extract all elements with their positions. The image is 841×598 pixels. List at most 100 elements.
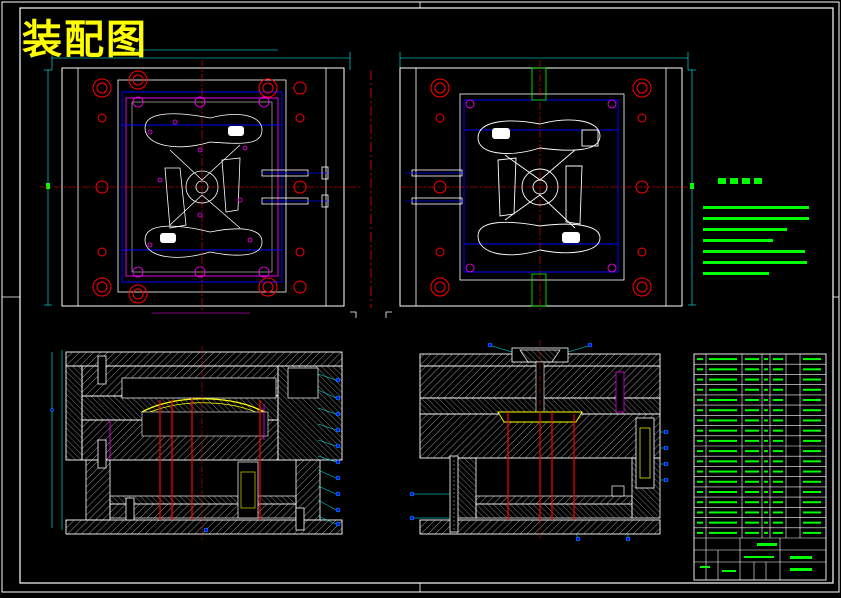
parts-cell-mark	[803, 409, 821, 412]
parts-cell-mark	[697, 511, 703, 514]
parts-cell-mark	[697, 378, 703, 381]
parts-cell-mark	[745, 358, 759, 361]
plan-view-moving-half	[40, 49, 360, 314]
parts-cell-mark	[764, 480, 768, 483]
technical-requirements-title	[718, 176, 762, 189]
parts-cell-mark	[697, 388, 703, 391]
parts-cell-mark	[764, 358, 768, 361]
parts-cell-mark	[697, 531, 703, 534]
parts-cell-mark	[697, 470, 703, 473]
parts-cell-mark	[803, 419, 821, 422]
parts-cell-mark	[745, 378, 759, 381]
parts-cell-mark	[745, 531, 759, 534]
parts-cell-mark	[764, 501, 768, 504]
parts-cell-mark	[697, 480, 703, 483]
parts-cell-mark	[745, 388, 759, 391]
parts-cell-mark	[764, 368, 768, 371]
parts-cell-mark	[764, 521, 768, 524]
parts-cell-mark	[697, 439, 703, 442]
parts-cell-mark	[803, 378, 821, 381]
parts-cell-mark	[709, 521, 737, 524]
parts-cell-mark	[773, 399, 783, 401]
parts-cell-mark	[803, 501, 821, 504]
parts-cell-mark	[697, 368, 703, 371]
parts-cell-mark	[803, 470, 821, 473]
parts-cell-mark	[709, 429, 737, 432]
parts-cell-mark	[773, 358, 783, 361]
parts-cell-mark	[764, 511, 768, 514]
parts-cell-mark	[697, 491, 703, 493]
parts-cell-mark	[803, 450, 821, 453]
parts-cell-mark	[697, 429, 703, 432]
parts-cell-mark	[764, 491, 768, 493]
parts-cell-mark	[764, 388, 768, 391]
plan-view-fixed-half	[399, 52, 696, 312]
parts-cell-mark	[773, 480, 783, 483]
parts-cell-mark	[709, 470, 737, 473]
parts-cell-mark	[773, 429, 783, 432]
parts-cell-mark	[803, 358, 821, 361]
parts-cell-mark	[803, 460, 821, 463]
parts-cell-mark	[697, 399, 703, 401]
parts-cell-mark	[773, 450, 783, 453]
parts-cell-mark	[697, 501, 703, 504]
parts-cell-mark	[764, 419, 768, 422]
parts-cell-mark	[745, 409, 759, 412]
parts-cell-mark	[709, 368, 737, 371]
parts-cell-mark	[745, 439, 759, 442]
parts-cell-mark	[764, 450, 768, 453]
parts-cell-mark	[709, 378, 737, 381]
parts-cell-mark	[803, 388, 821, 391]
parts-cell-mark	[764, 439, 768, 442]
parts-cell-mark	[803, 429, 821, 432]
parts-cell-mark	[697, 358, 703, 361]
parts-list-table	[693, 353, 827, 581]
parts-cell-mark	[803, 368, 821, 371]
parts-cell-mark	[745, 480, 759, 483]
parts-cell-mark	[773, 378, 783, 381]
parts-cell-mark	[745, 450, 759, 453]
parts-cell-mark	[803, 491, 821, 493]
parts-cell-mark	[745, 521, 759, 524]
section-view-a	[50, 346, 343, 540]
parts-cell-mark	[709, 409, 737, 412]
parts-cell-mark	[697, 419, 703, 422]
tech-text-marks	[703, 206, 809, 275]
parts-cell-mark	[764, 378, 768, 381]
parts-cell-mark	[697, 409, 703, 412]
parts-cell-mark	[745, 419, 759, 422]
parts-cell-mark	[709, 511, 737, 514]
parts-cell-mark	[773, 409, 783, 412]
parts-cell-mark	[764, 460, 768, 463]
parts-cell-mark	[709, 460, 737, 463]
parts-cell-mark	[773, 460, 783, 463]
cad-canvas	[1, 1, 840, 593]
technical-requirements-text	[703, 200, 811, 284]
parts-cell-mark	[803, 521, 821, 524]
parts-cell-mark	[709, 501, 737, 504]
parts-cell-mark	[697, 460, 703, 463]
parts-cell-mark	[709, 491, 737, 493]
parts-cell-mark	[697, 521, 703, 524]
parts-cell-mark	[773, 388, 783, 391]
parts-cell-mark	[803, 511, 821, 514]
parts-cell-mark	[764, 399, 768, 401]
parts-cell-mark	[745, 501, 759, 504]
parts-cell-mark	[709, 480, 737, 483]
parts-cell-mark	[745, 399, 759, 401]
parts-cell-mark	[709, 450, 737, 453]
section-view-b	[409, 340, 669, 542]
parts-cell-mark	[764, 470, 768, 473]
parts-cell-mark	[773, 521, 783, 524]
parts-cell-mark	[709, 531, 737, 534]
parts-cell-mark	[745, 429, 759, 432]
parts-cell-mark	[803, 480, 821, 483]
parts-cell-mark	[773, 511, 783, 514]
parts-cell-mark	[773, 368, 783, 371]
tech-title-marks	[718, 178, 762, 184]
parts-cell-mark	[745, 460, 759, 463]
parts-cell-mark	[764, 429, 768, 432]
parts-cell-mark	[773, 439, 783, 442]
parts-cell-mark	[745, 470, 759, 473]
parts-cell-mark	[709, 388, 737, 391]
